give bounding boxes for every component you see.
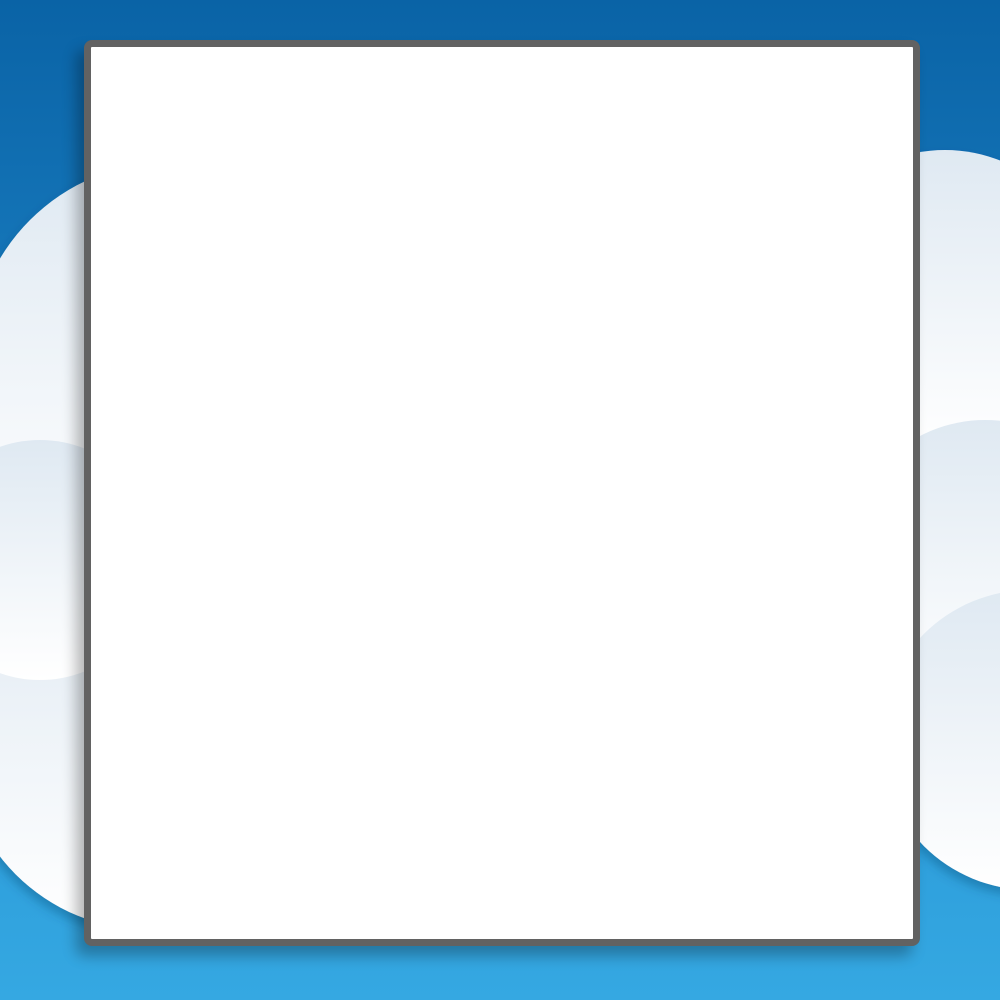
sky-background <box>0 0 1000 1000</box>
panel-body <box>91 47 913 939</box>
content-panel <box>84 40 920 946</box>
